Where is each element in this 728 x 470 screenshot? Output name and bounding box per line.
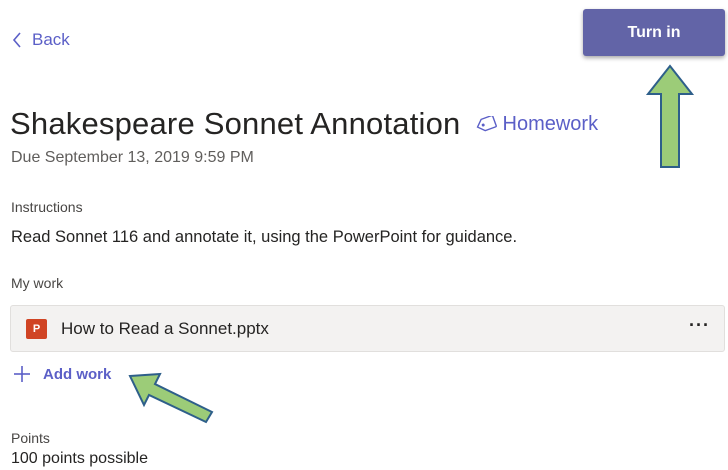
category-tag-label: Homework [502,112,599,135]
add-work-label: Add work [43,365,112,383]
due-date: Due September 13, 2019 9:59 PM [11,149,254,166]
back-label: Back [32,30,70,49]
category-tag[interactable]: Homework [475,112,599,136]
back-button[interactable]: Back [12,28,70,52]
attachment-name[interactable]: How to Read a Sonnet.pptx [61,319,269,339]
assignment-header: Shakespeare Sonnet Annotation Homework [10,104,598,144]
turn-in-button[interactable]: Turn in [583,9,725,56]
powerpoint-icon: P [26,318,47,339]
page-title: Shakespeare Sonnet Annotation [10,106,461,141]
attachment-card[interactable]: P How to Read a Sonnet.pptx ··· [10,305,725,352]
tag-icon [476,116,497,132]
instructions-text: Read Sonnet 116 and annotate it, using t… [11,228,518,246]
add-work-button[interactable]: Add work [12,364,111,384]
my-work-label: My work [11,275,64,291]
points-label: Points [11,430,50,446]
arrow-up-annotation-icon [645,64,695,168]
plus-icon [14,366,30,382]
points-text: 100 points possible [11,450,148,467]
more-options-icon[interactable]: ··· [689,315,710,336]
instructions-label: Instructions [11,199,83,215]
chevron-left-icon [12,32,21,48]
arrow-diagonal-annotation-icon [128,372,214,424]
